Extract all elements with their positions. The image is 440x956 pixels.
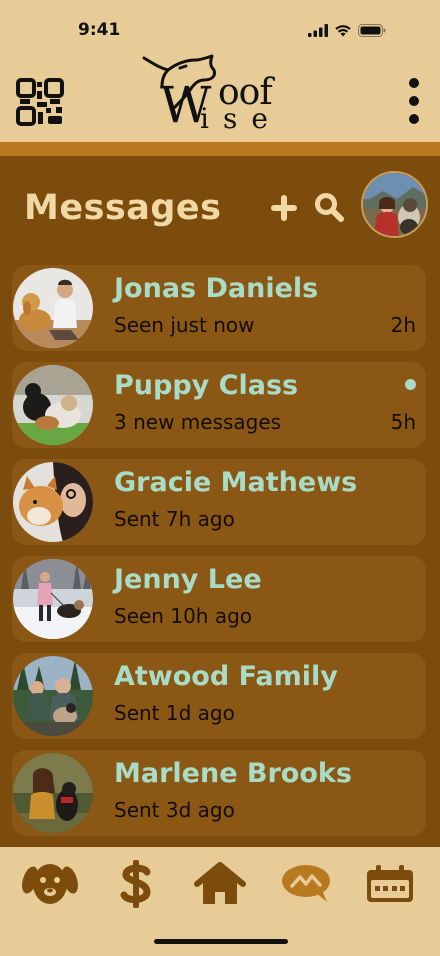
wifi-icon: [335, 25, 351, 37]
search-icon: [315, 193, 344, 222]
contact-avatar: [13, 753, 93, 833]
dog-face-icon: [22, 864, 78, 904]
contact-name: Puppy Class: [114, 370, 299, 401]
message-time: 5h: [390, 410, 416, 434]
search-button[interactable]: [314, 192, 344, 222]
chat-bubble-icon: [282, 865, 330, 902]
photo-woman-walking-dog-snow: [13, 559, 93, 639]
profile-photo-woman-with-dog: [363, 173, 426, 236]
tab-messages[interactable]: [276, 859, 336, 909]
woofwise-logo: W oof ise: [140, 54, 290, 135]
contact-avatar: [13, 268, 93, 348]
message-item[interactable]: Atwood Family Sent 1d ago: [12, 653, 426, 739]
header-divider-band: [0, 142, 440, 156]
logo-text-ise: ise: [200, 102, 282, 135]
photo-man-with-dog: [13, 268, 93, 348]
message-item[interactable]: Jonas Daniels Seen just now 2h: [12, 265, 426, 351]
battery-icon: [358, 24, 386, 37]
contact-avatar: [13, 462, 93, 542]
contact-name: Gracie Mathews: [114, 467, 358, 498]
status-icons: [308, 24, 386, 37]
contact-name: Marlene Brooks: [114, 758, 352, 789]
messages-title-row: Messages: [0, 160, 440, 260]
contact-avatar: [13, 656, 93, 736]
home-indicator: [154, 939, 288, 944]
contact-name: Atwood Family: [114, 661, 338, 692]
message-status: Sent 1d ago: [114, 701, 235, 725]
qr-code-icon: [16, 78, 64, 126]
contact-name: Jenny Lee: [114, 564, 262, 595]
status-bar: 9:41: [0, 0, 440, 50]
contact-avatar: [13, 559, 93, 639]
contact-avatar: [13, 365, 93, 445]
message-status: Sent 3d ago: [114, 798, 235, 822]
photo-woman-kissing-shiba: [13, 462, 93, 542]
page-title: Messages: [24, 188, 222, 228]
new-message-button[interactable]: [270, 194, 298, 222]
plus-icon: [271, 195, 297, 221]
dollar-icon: [120, 860, 151, 908]
calendar-icon: [367, 865, 413, 902]
menu-dot-icon: [409, 114, 419, 124]
app-header: W oof ise: [0, 50, 440, 142]
message-item[interactable]: Gracie Mathews Sent 7h ago: [12, 459, 426, 545]
message-time: 2h: [390, 313, 416, 337]
status-time: 9:41: [78, 20, 121, 40]
message-status: Seen just now: [114, 313, 255, 337]
message-item[interactable]: Puppy Class 3 new messages 5h: [12, 362, 426, 448]
home-icon: [194, 862, 246, 904]
menu-dot-icon: [409, 78, 419, 88]
menu-dot-icon: [409, 96, 419, 106]
profile-avatar[interactable]: [361, 171, 428, 238]
tab-calendar[interactable]: [360, 859, 420, 909]
cellular-signal-icon: [308, 24, 328, 37]
message-item[interactable]: Jenny Lee Seen 10h ago: [12, 556, 426, 642]
more-menu-button[interactable]: [404, 78, 424, 124]
message-item[interactable]: Marlene Brooks Sent 3d ago: [12, 750, 426, 836]
tab-payments[interactable]: [106, 859, 166, 909]
contact-name: Jonas Daniels: [114, 273, 319, 304]
photo-family-with-dog: [13, 656, 93, 736]
photo-woman-hugging-dog: [13, 753, 93, 833]
message-status: 3 new messages: [114, 410, 282, 434]
tab-home[interactable]: [190, 859, 250, 909]
qr-code-button[interactable]: [16, 78, 64, 126]
message-status: Seen 10h ago: [114, 604, 253, 628]
tab-dogs[interactable]: [20, 859, 80, 909]
bottom-tab-bar: [0, 847, 440, 956]
photo-group-of-dogs: [13, 365, 93, 445]
message-status: Sent 7h ago: [114, 507, 235, 531]
unread-indicator: [405, 379, 416, 390]
